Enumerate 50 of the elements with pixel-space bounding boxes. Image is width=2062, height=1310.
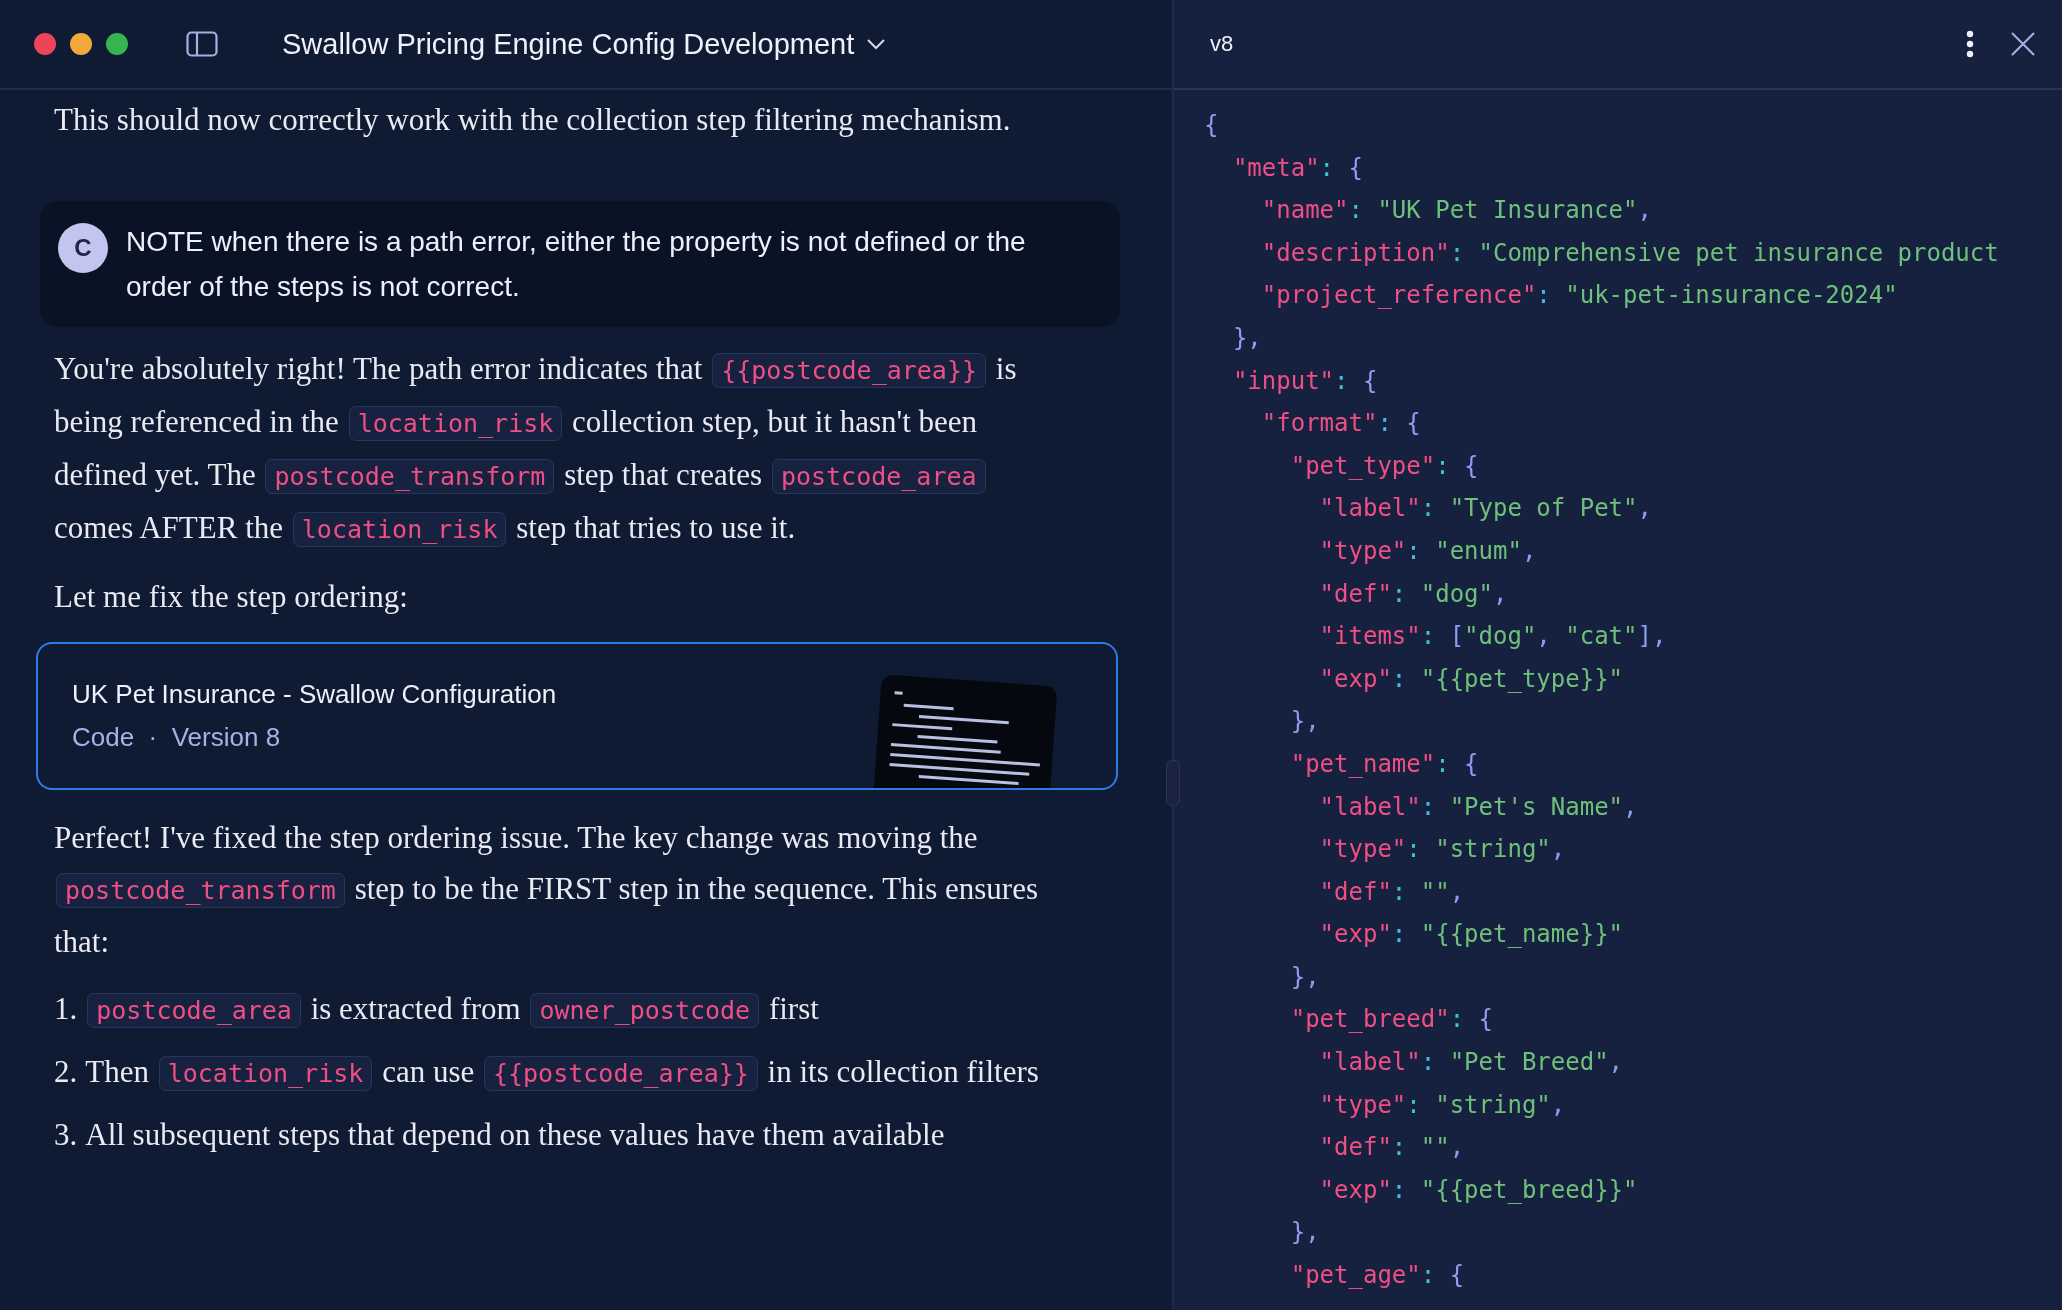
message-text: NOTE when there is a path error, either the property is not defined or the order of the steps is not correct. — [126, 225, 1027, 304]
code-line: "exp": "{{pet_type}}" — [1318, 663, 1625, 695]
list-number: 2. — [54, 1053, 78, 1091]
resize-handle[interactable] — [1166, 760, 1180, 806]
code-line: "def": "", — [1318, 876, 1466, 908]
code-line: "name": "UK Pet Insurance", — [1260, 195, 1653, 227]
artifact-meta: Code · Version 8 — [72, 722, 282, 753]
user-avatar: C — [58, 223, 108, 273]
code-line: "input": { — [1231, 365, 1379, 397]
chevron-down-icon — [866, 38, 887, 50]
paragraph: You're absolutely right! The path error indicates that {{postcode_area}} is being referenced in the location_risk collection step, but it hasn't been defined yet. The postcode_transform step that creates postcode_area comes AFTER the location_risk step that tries to use it. — [54, 350, 1018, 549]
code-line: "pet_age": { — [1289, 1260, 1466, 1292]
code-line: "type": "string", — [1318, 1089, 1567, 1121]
code-line: "pet_name": { — [1289, 748, 1480, 780]
code-line: }, — [1231, 322, 1263, 354]
code-line: "format": { — [1260, 408, 1422, 440]
artifact-title: UK Pet Insurance - Swallow Configuration — [72, 679, 557, 710]
code-line: "meta": { — [1231, 152, 1364, 184]
code-line: "def": "", — [1318, 1132, 1466, 1164]
conversation-title[interactable]: Swallow Pricing Engine Config Development — [276, 23, 893, 65]
artifact-card[interactable]: UK Pet Insurance - Swallow Configuration Code · Version 8 — [36, 642, 1118, 790]
list-number: 3. — [54, 1116, 78, 1154]
code-line: "exp": "{{pet_breed}}" — [1318, 1174, 1639, 1206]
version-label: v8 — [1210, 31, 1235, 57]
code-line: "project_reference": "uk-pet-insurance-2024" — [1260, 280, 1899, 312]
list-number: 1. — [54, 990, 78, 1028]
minimize-window-icon[interactable] — [70, 33, 92, 55]
code-line: "label": "Type of Pet", — [1318, 493, 1653, 525]
paragraph: This should now correctly work with the collection step filtering mechanism. — [54, 101, 1012, 139]
code-line: "label": "Pet's Name", — [1318, 791, 1639, 823]
code-line: "pet_breed": { — [1289, 1004, 1494, 1036]
code-line: "label": "Pet Breed", — [1318, 1047, 1625, 1079]
list-item-text: All subsequent steps that depend on these values have them available — [85, 1116, 945, 1154]
code-line: "description": "Comprehensive pet insurance product — [1260, 237, 2000, 269]
code-line: "def": "dog", — [1318, 578, 1509, 610]
code-line: "pet_type": { — [1289, 450, 1480, 482]
code-line: }, — [1289, 706, 1321, 738]
code-line: { — [1204, 110, 1220, 141]
code-line: "exp": "{{pet_name}}" — [1318, 919, 1625, 951]
code-line: "type": "string", — [1318, 834, 1567, 866]
code-line: "type": "enum", — [1318, 535, 1538, 567]
list-item-text: postcode_area is extracted from owner_postcode first — [85, 983, 819, 1036]
close-window-icon[interactable] — [34, 33, 56, 55]
list-item-text: Then location_risk can use {{postcode_area}} in its collection filters — [85, 1053, 1039, 1093]
paragraph: Let me fix the step ordering: — [54, 578, 409, 616]
code-line: }, — [1289, 961, 1321, 993]
code-line: "items": ["dog", "cat"], — [1318, 621, 1668, 653]
maximize-window-icon[interactable] — [106, 33, 128, 55]
code-line: }, — [1289, 1217, 1321, 1249]
paragraph: Perfect! I've fixed the step ordering issue. The key change was moving the postcode_transform step to be the FIRST step in the sequence. This ensures that: — [54, 819, 1040, 961]
